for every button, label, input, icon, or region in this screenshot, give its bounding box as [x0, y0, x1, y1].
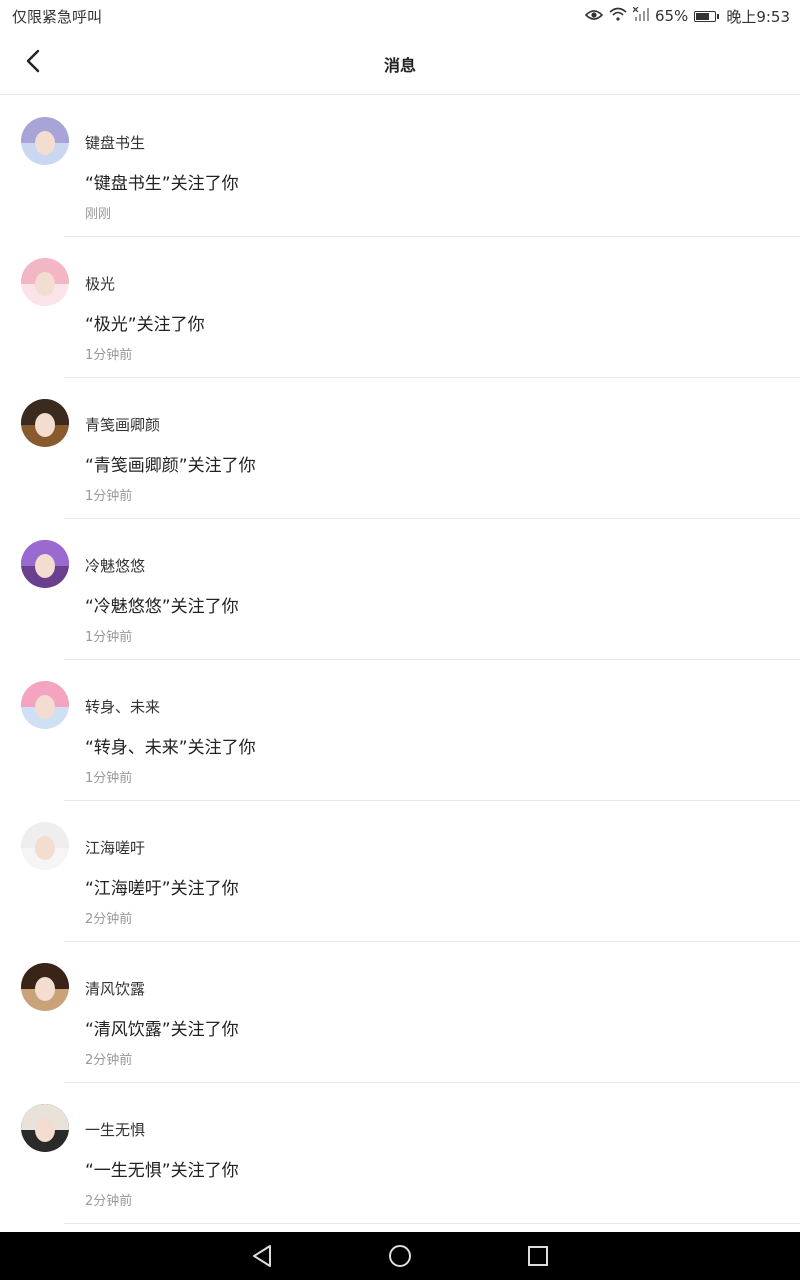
notification-message: “转身、未来”关注了你 [85, 738, 256, 758]
header: 消息 [0, 32, 800, 95]
notification-time: 刚刚 [85, 207, 112, 222]
notification-time: 2分钟前 [85, 1194, 133, 1209]
follower-name[interactable]: 转身、未来 [85, 696, 160, 717]
clock: 晚上9:53 [726, 7, 790, 26]
divider [64, 1223, 800, 1224]
battery-percent: 65% [654, 7, 689, 25]
avatar[interactable] [21, 822, 69, 870]
notification-message: “青笺画卿颜”关注了你 [85, 456, 256, 476]
notification-message: “清风饮露”关注了你 [85, 1020, 239, 1040]
back-triangle-icon[interactable] [250, 1244, 274, 1268]
notification-list: 键盘书生 “键盘书生”关注了你 刚刚 极光 “极光”关注了你 1分钟前 青笺画卿颜 “青笺画卿… [0, 96, 800, 1224]
notification-item[interactable]: 转身、未来 “转身、未来”关注了你 1分钟前 [0, 660, 800, 801]
avatar-face [35, 272, 55, 296]
avatar-face [35, 554, 55, 578]
follower-name[interactable]: 极光 [85, 273, 115, 294]
page-title: 消息 [383, 56, 416, 75]
avatar-face [35, 695, 55, 719]
notification-time: 2分钟前 [85, 912, 133, 927]
notification-time: 1分钟前 [85, 489, 133, 504]
carrier-text: 仅限紧急呼叫 [12, 7, 103, 26]
avatar[interactable] [21, 681, 69, 729]
follower-name[interactable]: 一生无惧 [85, 1119, 145, 1140]
no-signal-icon [632, 6, 649, 25]
notification-message: “江海嗟吁”关注了你 [85, 879, 239, 899]
status-icons: 65% 晚上9:53 [584, 6, 790, 27]
avatar-face [35, 836, 55, 860]
notification-item[interactable]: 清风饮露 “清风饮露”关注了你 2分钟前 [0, 942, 800, 1083]
navigation-bar [0, 1232, 800, 1280]
avatar-face [35, 413, 55, 437]
wifi-icon [609, 7, 627, 25]
notification-time: 2分钟前 [85, 1053, 133, 1068]
notification-item[interactable]: 江海嗟吁 “江海嗟吁”关注了你 2分钟前 [0, 801, 800, 942]
home-circle-icon[interactable] [388, 1244, 412, 1268]
notification-message: “冷魅悠悠”关注了你 [85, 597, 239, 617]
notification-message: “键盘书生”关注了你 [85, 174, 239, 194]
notification-item[interactable]: 一生无惧 “一生无惧”关注了你 2分钟前 [0, 1083, 800, 1224]
eye-icon [584, 7, 604, 25]
avatar[interactable] [21, 117, 69, 165]
follower-name[interactable]: 青笺画卿颜 [85, 414, 160, 435]
avatar[interactable] [21, 399, 69, 447]
battery-icon [694, 10, 720, 22]
notification-time: 1分钟前 [85, 348, 133, 363]
status-bar: 仅限紧急呼叫 65% 晚上9:53 [0, 0, 800, 32]
avatar[interactable] [21, 540, 69, 588]
follower-name[interactable]: 冷魅悠悠 [85, 555, 145, 576]
notification-item[interactable]: 极光 “极光”关注了你 1分钟前 [0, 237, 800, 378]
recents-square-icon[interactable] [526, 1244, 550, 1268]
follower-name[interactable]: 键盘书生 [85, 132, 145, 153]
notification-item[interactable]: 青笺画卿颜 “青笺画卿颜”关注了你 1分钟前 [0, 378, 800, 519]
avatar[interactable] [21, 963, 69, 1011]
avatar[interactable] [21, 1104, 69, 1152]
notification-message: “极光”关注了你 [85, 315, 205, 335]
follower-name[interactable]: 江海嗟吁 [85, 837, 145, 858]
notification-item[interactable]: 冷魅悠悠 “冷魅悠悠”关注了你 1分钟前 [0, 519, 800, 660]
notification-item[interactable]: 键盘书生 “键盘书生”关注了你刚刚 [0, 96, 800, 237]
follower-name[interactable]: 清风饮露 [85, 978, 145, 999]
notification-message: “一生无惧”关注了你 [85, 1161, 239, 1181]
avatar-face [35, 131, 55, 155]
avatar-face [35, 977, 55, 1001]
notification-time: 1分钟前 [85, 771, 133, 786]
avatar-face [35, 1118, 55, 1142]
avatar[interactable] [21, 258, 69, 306]
notification-time: 1分钟前 [85, 630, 133, 645]
